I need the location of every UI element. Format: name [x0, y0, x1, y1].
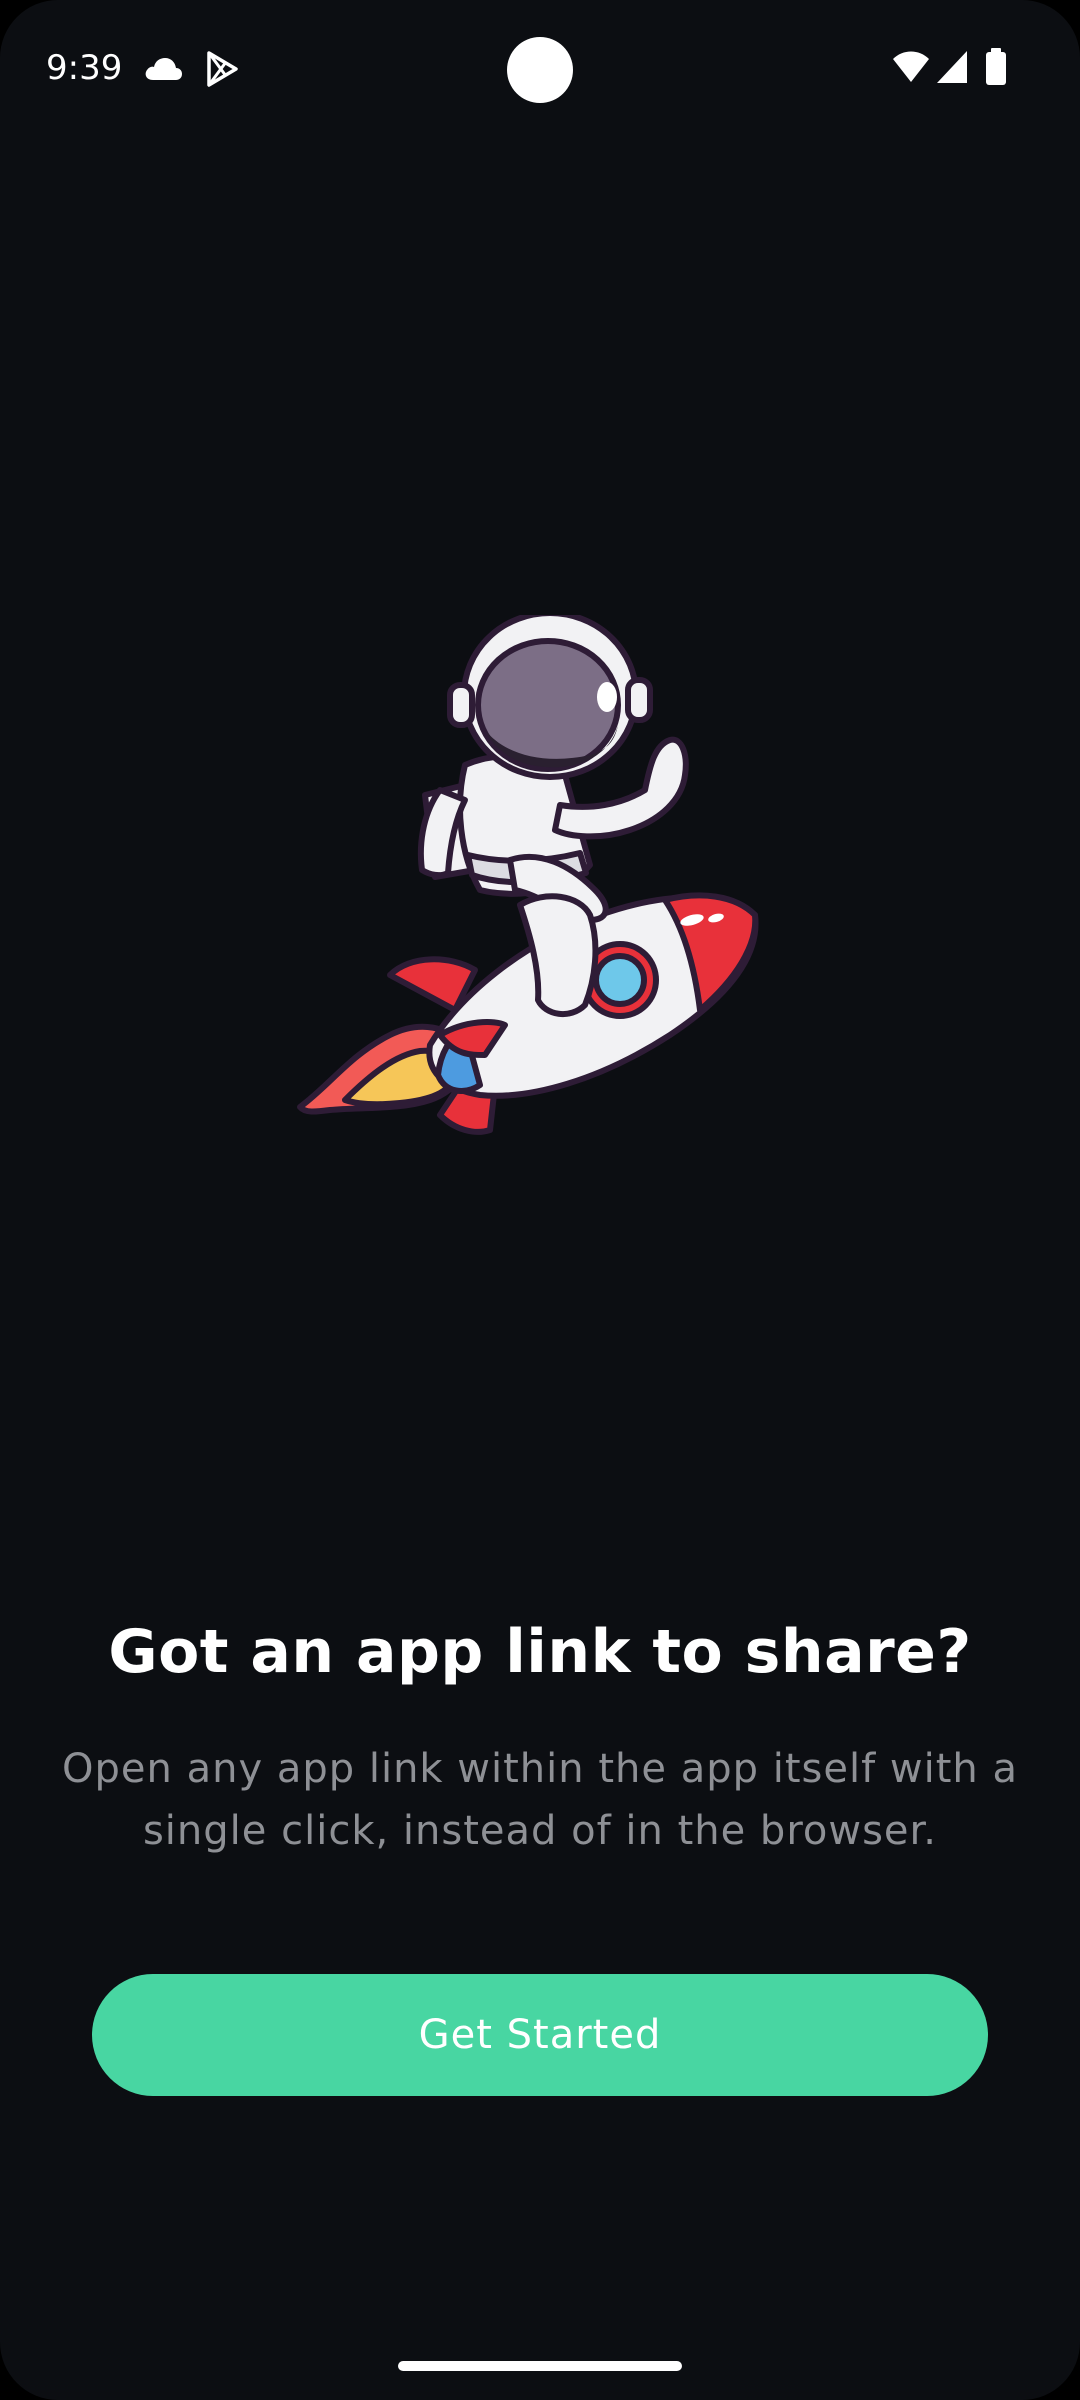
onboarding-description: Open any app link within the app itself …	[62, 1746, 1018, 1854]
astronaut-rocket-illustration	[297, 615, 759, 1135]
battery-icon	[986, 48, 1006, 85]
onboarding-screen: 9:39 Got an app link to share? Open any …	[0, 0, 1080, 2400]
cloud-icon	[145, 58, 182, 80]
status-time: 9:39	[46, 48, 123, 88]
onboarding-title: Got an app link to share?	[108, 1617, 972, 1687]
home-indicator[interactable]	[398, 2361, 682, 2371]
cellular-signal-icon	[937, 51, 967, 83]
get-started-button[interactable]: Get Started	[92, 1974, 988, 2096]
status-bar: 9:39	[0, 0, 1080, 140]
wifi-icon	[893, 51, 929, 82]
play-store-icon	[207, 51, 238, 87]
front-camera	[507, 37, 573, 103]
